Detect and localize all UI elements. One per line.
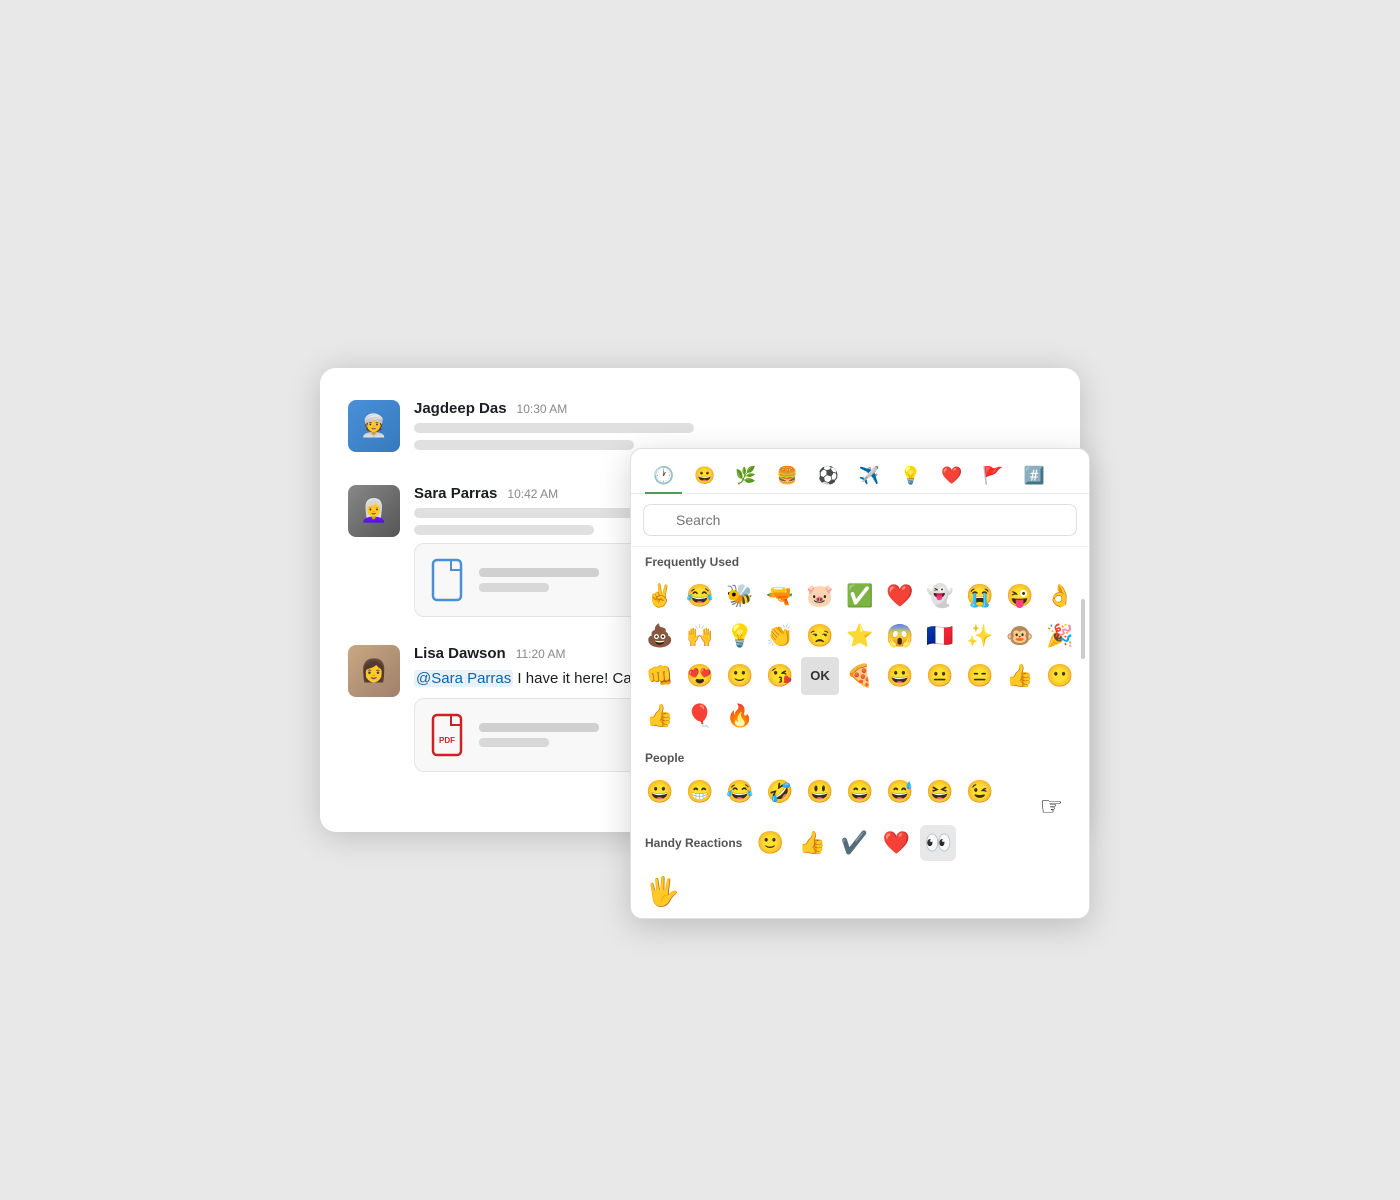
emoji-cell[interactable]: 🔥 (721, 697, 759, 735)
avatar-sara: 👩‍🦳 (348, 485, 400, 537)
emoji-cell[interactable]: 😭 (961, 577, 999, 615)
emoji-cell[interactable]: 👍 (641, 697, 679, 735)
file-lines (479, 568, 599, 592)
chat-container: 👳 Jagdeep Das 10:30 AM 👩‍🦳 Sara Parras 1… (320, 368, 1080, 833)
file-icon-pdf: PDF (431, 713, 467, 757)
emoji-tab-symbols[interactable]: ❤️ (933, 460, 970, 494)
emoji-cell[interactable]: 😜 (1001, 577, 1039, 615)
emoji-cell[interactable]: 💡 (721, 617, 759, 655)
sender-name-jagdeep: Jagdeep Das (414, 400, 507, 417)
emoji-cell[interactable]: 😅 (881, 773, 919, 811)
emoji-cell[interactable]: ✌️ (641, 577, 679, 615)
timestamp-jagdeep: 10:30 AM (517, 402, 568, 416)
emoji-cell[interactable]: 🇫🇷 (921, 617, 959, 655)
emoji-cell[interactable]: OK (801, 657, 839, 695)
emoji-search-bar: 🔍 (631, 494, 1089, 547)
file-lines-pdf (479, 723, 599, 747)
section-label-frequently-used: Frequently Used (631, 547, 1089, 573)
handy-reactions-row: Handy Reactions 🙂 👍 ✔️ ❤️ 👀 (631, 819, 1089, 871)
emoji-cell[interactable]: 🐵 (1001, 617, 1039, 655)
emoji-cell[interactable]: 😍 (681, 657, 719, 695)
emoji-tab-smileys[interactable]: 😀 (686, 460, 723, 494)
emoji-search-input[interactable] (643, 504, 1077, 536)
file-line (479, 568, 599, 577)
emoji-tab-activities[interactable]: ⚽ (810, 460, 847, 494)
file-line (479, 723, 599, 732)
emoji-cell[interactable]: 😂 (681, 577, 719, 615)
emoji-cell[interactable]: 😱 (881, 617, 919, 655)
emoji-grid-people: 😀 😁 😂 🤣 😃 😄 😅 😆 😉 (631, 769, 1089, 819)
emoji-cell[interactable]: 🎉 (1041, 617, 1079, 655)
emoji-cell[interactable]: 😀 (641, 773, 679, 811)
reaction-emoji-thumbsup[interactable]: 👍 (794, 825, 830, 861)
section-label-people: People (631, 743, 1089, 769)
emoji-cell[interactable]: 👻 (921, 577, 959, 615)
emoji-picker: 🕐 😀 🌿 🍔 ⚽ ✈️ 💡 ❤️ 🚩 #️⃣ 🔍 Frequently Use… (630, 448, 1090, 919)
emoji-cell[interactable]: 👌 (1041, 577, 1079, 615)
text-line (414, 423, 694, 433)
sender-name-sara: Sara Parras (414, 485, 497, 502)
emoji-cell[interactable]: 😄 (841, 773, 879, 811)
emoji-cell[interactable]: 😃 (801, 773, 839, 811)
emoji-cell[interactable]: 🐷 (801, 577, 839, 615)
emoji-cell[interactable]: ❤️ (881, 577, 919, 615)
emoji-cell[interactable]: 🤣 (761, 773, 799, 811)
emoji-cell[interactable]: 🐝 (721, 577, 759, 615)
reaction-emoji-check[interactable]: ✔️ (836, 825, 872, 861)
emoji-tab-travel[interactable]: ✈️ (851, 460, 888, 494)
emoji-cell[interactable]: 🙂 (721, 657, 759, 695)
handy-extra-emoji[interactable]: 🖐️ (631, 871, 1089, 918)
emoji-cell[interactable]: 🎈 (681, 697, 719, 735)
emoji-cell[interactable]: 👏 (761, 617, 799, 655)
scrollbar[interactable] (1081, 599, 1085, 659)
emoji-tab-objects[interactable]: 💡 (892, 460, 929, 494)
emoji-cell[interactable]: 😑 (961, 657, 999, 695)
reaction-emoji-smile[interactable]: 🙂 (752, 825, 788, 861)
emoji-cell[interactable]: ⭐ (841, 617, 879, 655)
emoji-grid-frequent: ✌️ 😂 🐝 🔫 🐷 ✅ ❤️ 👻 😭 😜 👌 💩 🙌 💡 👏 😒 ⭐ 😱 🇫🇷 (631, 573, 1089, 743)
sender-name-lisa: Lisa Dawson (414, 645, 506, 662)
emoji-cell[interactable]: 🔫 (761, 577, 799, 615)
timestamp-sara: 10:42 AM (507, 487, 558, 501)
mention-sara[interactable]: @Sara Parras (414, 670, 513, 687)
emoji-cell[interactable]: ✨ (961, 617, 999, 655)
emoji-picker-tabs: 🕐 😀 🌿 🍔 ⚽ ✈️ 💡 ❤️ 🚩 #️⃣ (631, 449, 1089, 494)
file-line (479, 583, 549, 592)
emoji-cell[interactable]: 😉 (961, 773, 999, 811)
timestamp-lisa: 11:20 AM (516, 647, 566, 661)
emoji-cell[interactable]: 😁 (681, 773, 719, 811)
message-header-jagdeep: Jagdeep Das 10:30 AM (414, 400, 1052, 417)
emoji-cell[interactable]: 💩 (641, 617, 679, 655)
emoji-cell[interactable]: 😂 (721, 773, 759, 811)
file-line (479, 738, 549, 747)
emoji-cell[interactable]: 😐 (921, 657, 959, 695)
reaction-emoji-eyes[interactable]: 👀 (920, 825, 956, 861)
emoji-cell[interactable]: 😀 (881, 657, 919, 695)
file-icon-document (431, 558, 467, 602)
search-wrapper: 🔍 (643, 504, 1077, 536)
emoji-cell[interactable]: 😒 (801, 617, 839, 655)
reaction-emoji-heart[interactable]: ❤️ (878, 825, 914, 861)
avatar-jagdeep: 👳 (348, 400, 400, 452)
emoji-tab-food[interactable]: 🍔 (769, 460, 806, 494)
emoji-cell[interactable]: 🍕 (841, 657, 879, 695)
avatar-lisa: 👩 (348, 645, 400, 697)
picker-body: Frequently Used ✌️ 😂 🐝 🔫 🐷 ✅ ❤️ 👻 😭 😜 👌 … (631, 547, 1089, 918)
emoji-cell[interactable]: 😆 (921, 773, 959, 811)
text-line (414, 440, 634, 450)
emoji-cell[interactable]: ✅ (841, 577, 879, 615)
emoji-tab-recent[interactable]: 🕐 (645, 460, 682, 494)
emoji-cell[interactable]: 👍 (1001, 657, 1039, 695)
emoji-tab-flags[interactable]: 🚩 (974, 460, 1011, 494)
text-line (414, 525, 594, 535)
handy-reactions-label: Handy Reactions (645, 836, 742, 850)
emoji-cell[interactable]: 👊 (641, 657, 679, 695)
emoji-cell[interactable]: 😶 (1041, 657, 1079, 695)
emoji-cell[interactable]: 😘 (761, 657, 799, 695)
emoji-cell[interactable]: 🙌 (681, 617, 719, 655)
emoji-tab-nature[interactable]: 🌿 (727, 460, 764, 494)
emoji-tab-slack[interactable]: #️⃣ (1016, 460, 1053, 494)
svg-text:PDF: PDF (439, 736, 455, 745)
